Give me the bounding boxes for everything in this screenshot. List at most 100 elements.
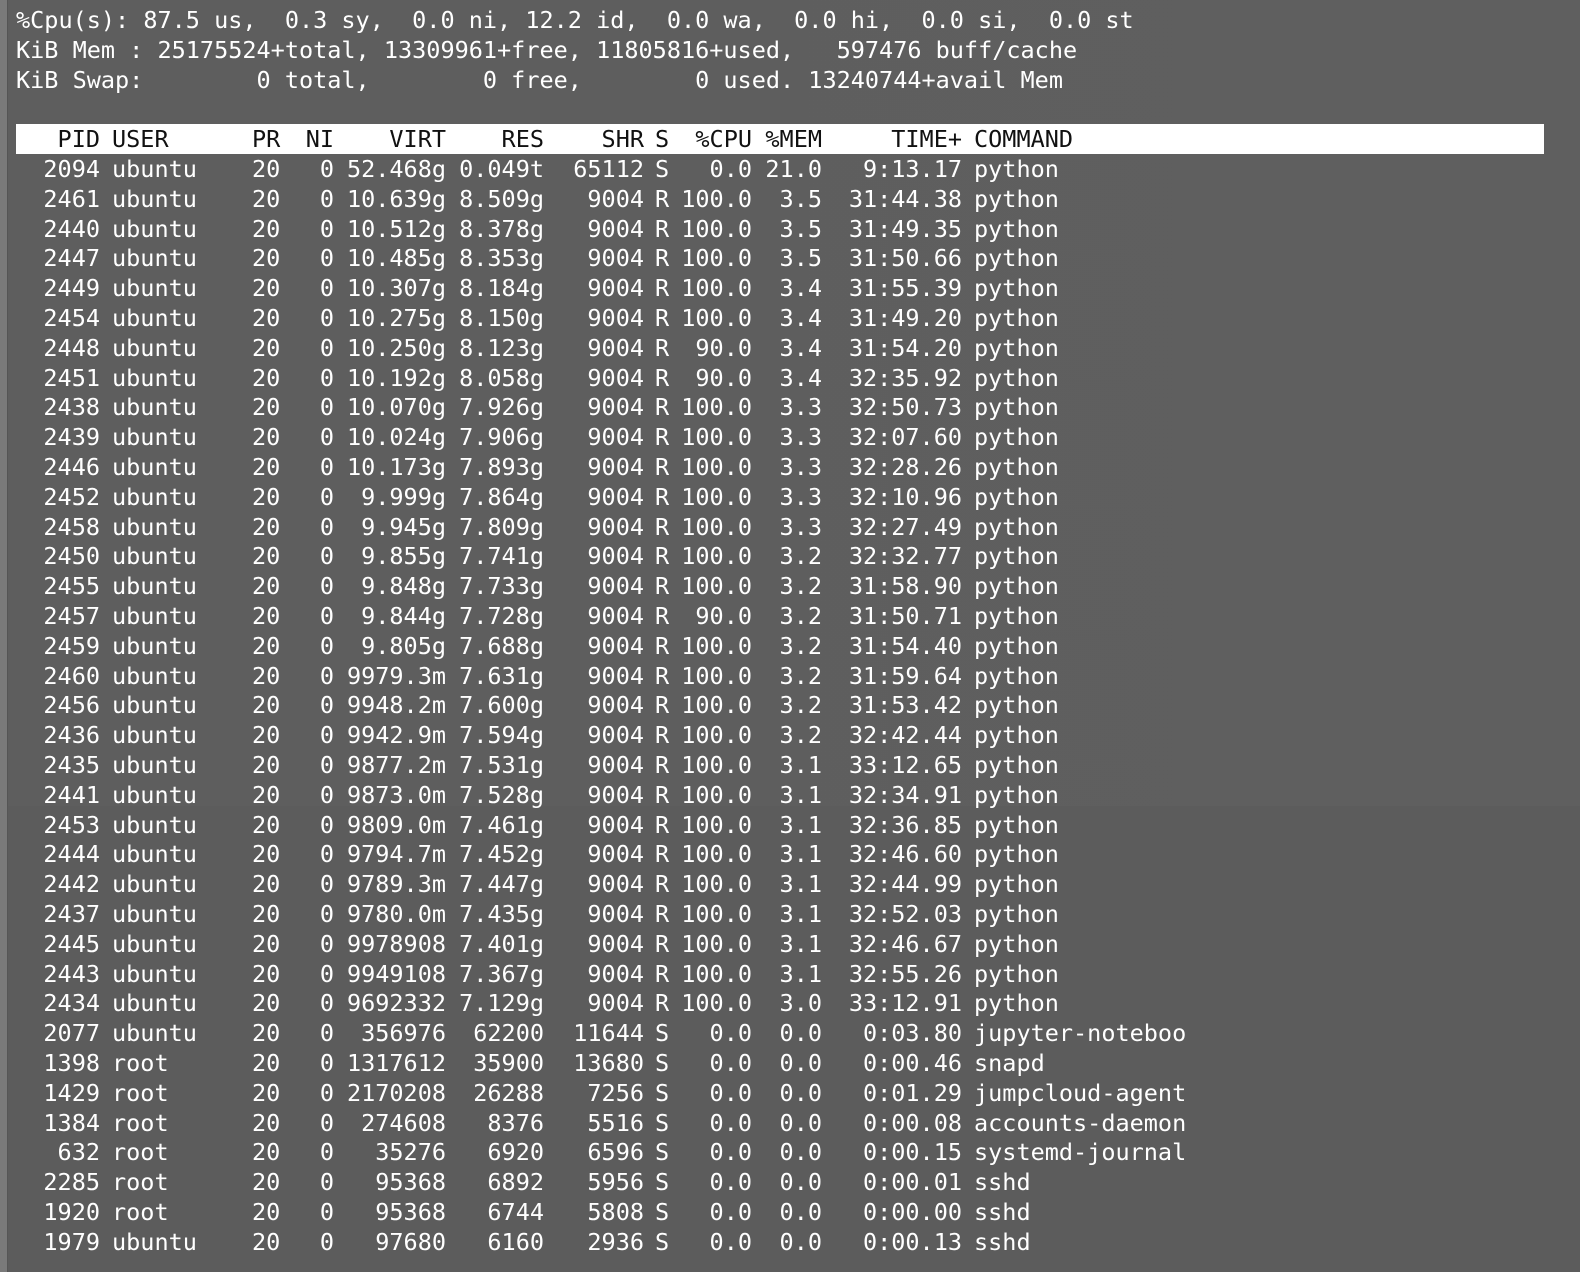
cell-virt: 95368	[375, 1198, 446, 1226]
header-shr[interactable]: SHR	[544, 124, 644, 154]
header-virt[interactable]: VIRT	[334, 124, 446, 154]
cell-command: snapd	[974, 1049, 1045, 1077]
cell-user: ubuntu	[112, 959, 197, 988]
cell-pid: 2455	[43, 572, 100, 601]
cell-pid: 2442	[43, 870, 100, 899]
cell-pid: 2461	[43, 184, 100, 213]
cell-cpu: 90.0	[695, 363, 752, 392]
cell-state: R	[655, 423, 670, 452]
cell-time: 32:27.49	[848, 512, 962, 541]
cell-virt: 9948.2m	[346, 691, 446, 720]
cell-virt: 9942.9m	[346, 721, 446, 750]
cell-virt: 35276	[375, 1138, 446, 1167]
cell-pr: 20	[252, 631, 281, 660]
cell-mem: 3.3	[779, 453, 822, 481]
header-res[interactable]: RES	[446, 124, 544, 154]
cell-mem: 3.1	[779, 929, 822, 958]
cell-shr: 5956	[587, 1168, 644, 1197]
cell-user: ubuntu	[112, 691, 197, 720]
cell-command: python	[974, 631, 1059, 660]
cell-pid: 2451	[43, 363, 100, 392]
cell-shr: 9004	[587, 482, 644, 511]
cell-user: ubuntu	[112, 631, 197, 660]
header-state[interactable]: S	[655, 124, 671, 154]
cell-ni: 0	[319, 155, 334, 183]
cell-ni: 0	[319, 929, 334, 958]
cell-user: ubuntu	[112, 333, 197, 362]
cell-pr: 20	[252, 1108, 281, 1137]
cell-pr: 20	[252, 274, 281, 303]
cell-pr: 20	[252, 363, 281, 392]
terminal-window[interactable]: %Cpu(s): 87.5 us, 0.3 sy, 0.0 ni, 12.2 i…	[0, 0, 1580, 1272]
cell-ni: 0	[319, 572, 334, 601]
header-time[interactable]: TIME+	[822, 124, 962, 154]
cell-cpu: 100.0	[681, 959, 752, 988]
cell-res: 7.631g	[459, 661, 544, 690]
cell-mem: 3.1	[779, 870, 822, 899]
cell-pr: 20	[252, 542, 281, 571]
cell-time: 0:00.15	[862, 1138, 962, 1167]
cell-virt: 10.250g	[346, 333, 446, 362]
cell-pr: 20	[252, 1138, 281, 1167]
cell-shr: 9004	[587, 691, 644, 720]
cell-command: python	[974, 274, 1059, 303]
cell-command: python	[974, 870, 1059, 899]
header-cpu[interactable]: %CPU	[671, 124, 752, 154]
header-pr[interactable]: PR	[252, 124, 280, 154]
cell-pid: 1384	[43, 1108, 100, 1137]
cell-shr: 5808	[587, 1198, 644, 1226]
cell-time: 32:55.26	[848, 959, 962, 988]
cell-mem: 3.1	[779, 751, 822, 779]
cell-virt: 9692332	[346, 989, 446, 1018]
cell-mem: 0.0	[779, 1049, 822, 1077]
header-ni[interactable]: NI	[296, 124, 334, 154]
cell-res: 7.728g	[459, 602, 544, 630]
header-pid[interactable]: PID	[16, 124, 100, 154]
cell-user: root	[112, 1049, 169, 1077]
cell-user: ubuntu	[112, 1227, 197, 1256]
cell-shr: 9004	[587, 810, 644, 839]
cell-state: S	[655, 1168, 670, 1197]
cell-state: R	[655, 482, 670, 511]
cell-cpu: 100.0	[681, 214, 752, 243]
cell-state: R	[655, 333, 670, 362]
cell-res: 7.864g	[459, 482, 544, 511]
cell-cpu: 100.0	[681, 840, 752, 869]
cell-command: python	[974, 453, 1059, 481]
cell-user: root	[112, 1078, 169, 1107]
cell-cpu: 100.0	[681, 989, 752, 1018]
header-command[interactable]: COMMAND	[974, 124, 1534, 154]
cell-state: R	[655, 780, 670, 809]
cell-command: python	[974, 542, 1059, 571]
cell-time: 31:44.38	[848, 184, 962, 213]
cell-command: python	[974, 661, 1059, 690]
cell-shr: 6596	[587, 1138, 644, 1167]
cell-command: python	[974, 721, 1059, 750]
header-user[interactable]: USER	[112, 124, 252, 154]
cell-user: ubuntu	[112, 482, 197, 511]
cell-user: root	[112, 1108, 169, 1137]
cell-shr: 13680	[573, 1049, 644, 1077]
cell-mem: 3.2	[779, 542, 822, 571]
cell-virt: 2170208	[346, 1078, 446, 1107]
cell-time: 32:34.91	[848, 780, 962, 809]
cell-mem: 3.3	[779, 393, 822, 422]
cell-pr: 20	[252, 304, 281, 332]
cell-virt: 10.275g	[346, 304, 446, 332]
header-mem[interactable]: %MEM	[752, 124, 822, 154]
cell-time: 31:49.20	[848, 304, 962, 332]
cell-pid: 2438	[43, 393, 100, 422]
cell-mem: 0.0	[779, 1108, 822, 1137]
cell-res: 6160	[487, 1227, 544, 1256]
cell-state: S	[655, 1049, 670, 1077]
cell-pr: 20	[252, 989, 281, 1018]
cell-time: 32:36.85	[848, 810, 962, 839]
cell-command: sshd	[974, 1198, 1031, 1226]
cell-state: R	[655, 661, 670, 690]
cell-res: 7.600g	[459, 691, 544, 720]
cell-user: ubuntu	[112, 184, 197, 213]
cell-state: R	[655, 870, 670, 899]
cell-mem: 3.5	[779, 244, 822, 273]
cell-pid: 2459	[43, 631, 100, 660]
cell-virt: 9.945g	[361, 512, 446, 541]
